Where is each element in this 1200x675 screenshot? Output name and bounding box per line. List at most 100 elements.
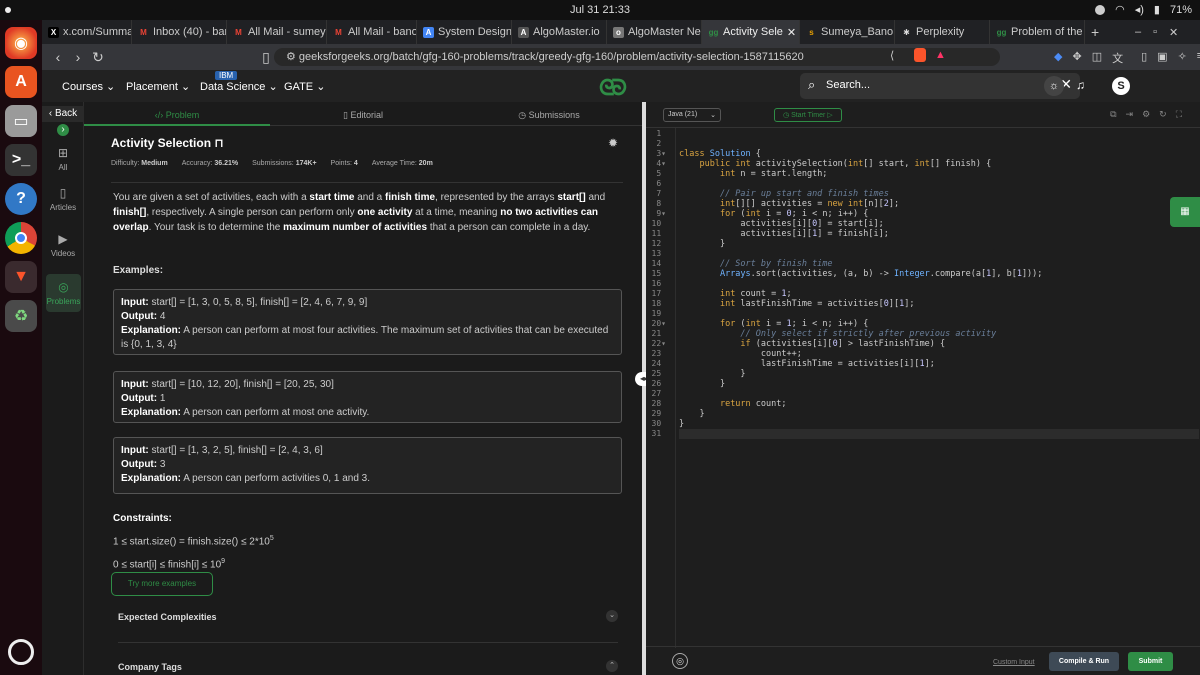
browser-tab[interactable]: gg Problem of the (990, 20, 1085, 44)
new-tab-button[interactable]: + (1085, 20, 1115, 44)
company-tags-accordion[interactable]: Company Tags ⌃ (118, 660, 618, 672)
code-line[interactable]: // Sort by finish time (679, 259, 1199, 269)
firefox-icon[interactable]: ◉ (5, 27, 37, 59)
expected-complexities-accordion[interactable]: Expected Complexities ⌄ (118, 610, 618, 622)
code-line[interactable]: int n = start.length; (679, 169, 1199, 179)
sidebar-item-videos[interactable]: ▶ Videos (42, 232, 84, 258)
search-input[interactable]: ⌕ Search... ✕ (800, 73, 1080, 99)
bookmark-icon[interactable]: ▯ (256, 49, 276, 66)
code-line[interactable] (679, 429, 1199, 439)
files-icon[interactable]: ▭ (5, 105, 37, 137)
theme-toggle-icon[interactable]: ☼ (1044, 76, 1064, 96)
hint-bulb-icon[interactable]: ◎ (672, 653, 688, 669)
share-icon[interactable]: ⟨ (890, 49, 894, 62)
code-line[interactable]: // Pair up start and finish times (679, 189, 1199, 199)
code-line[interactable]: int count = 1; (679, 289, 1199, 299)
expand-sidebar-icon[interactable]: › (57, 124, 69, 136)
code-line[interactable] (679, 389, 1199, 399)
code-line[interactable]: int[][] activities = new int[n][2]; (679, 199, 1199, 209)
code-line[interactable]: } (679, 239, 1199, 249)
volume-icon[interactable]: ◂) (1135, 3, 1144, 16)
chrome-icon[interactable] (5, 222, 37, 254)
report-bug-icon[interactable]: ✹ (608, 136, 618, 150)
translate-icon[interactable]: 文 (1112, 50, 1123, 66)
close-window-icon[interactable]: ✕ (1169, 26, 1178, 39)
browser-tab[interactable]: M All Mail - banos (327, 20, 417, 44)
battery-icon[interactable]: ▮ (1154, 3, 1160, 16)
tab-editorial[interactable]: ▯ Editorial (270, 110, 456, 121)
system-clock[interactable]: Jul 31 21:33 (0, 4, 1200, 16)
brave-rewards-icon[interactable]: ▲ (935, 49, 946, 61)
browser-tab[interactable]: A System Design (417, 20, 512, 44)
wallet-icon[interactable]: ▣ (1157, 50, 1167, 66)
browser-tab[interactable]: Xx.com/SummaS (42, 20, 132, 44)
custom-input-toggle[interactable]: Custom Input (993, 659, 1035, 666)
code-line[interactable]: activities[i][1] = finish[i]; (679, 229, 1199, 239)
code-line[interactable]: Arrays.sort(activities, (a, b) -> Intege… (679, 269, 1199, 279)
code-line[interactable]: } (679, 419, 1199, 429)
code-line[interactable]: for (int i = 1; i < n; i++) { (679, 319, 1199, 329)
browser-tab[interactable]: M Inbox (40) - ban (132, 20, 227, 44)
start-timer-button[interactable]: ◷ Start Timer ▷ (774, 108, 842, 122)
code-line[interactable] (679, 279, 1199, 289)
maximize-icon[interactable]: ▫ (1153, 26, 1157, 38)
brave-shields-icon[interactable] (914, 48, 926, 62)
show-apps-icon[interactable] (8, 639, 34, 665)
chevron-down-icon[interactable]: ⌄ (606, 610, 618, 622)
code-line[interactable] (679, 139, 1199, 149)
chevron-up-icon[interactable]: ⌃ (606, 660, 618, 672)
sidebar-item-all[interactable]: ⊞ All (42, 146, 84, 172)
code-line[interactable] (679, 309, 1199, 319)
extensions-icon[interactable]: ✥ (1072, 50, 1081, 66)
app-center-icon[interactable]: A (5, 66, 37, 98)
gfg-logo[interactable]: ᘓᘐ (599, 75, 627, 101)
sidebar-item-articles[interactable]: ▯ Articles (42, 186, 84, 212)
code-line[interactable]: } (679, 369, 1199, 379)
leo-icon[interactable]: ✧ (1178, 50, 1187, 66)
import-icon[interactable]: ⇥ (1126, 109, 1134, 120)
user-avatar[interactable]: S (1112, 77, 1130, 95)
code-line[interactable]: return count; (679, 399, 1199, 409)
nav-courses[interactable]: Courses ⌄ (62, 80, 115, 93)
try-more-examples-button[interactable]: Try more examples (111, 572, 213, 596)
code-line[interactable]: // Only select if strictly after previou… (679, 329, 1199, 339)
code-line[interactable] (679, 249, 1199, 259)
browser-tab[interactable]: ✱ Perplexity (895, 20, 990, 44)
minimize-icon[interactable]: – (1135, 26, 1141, 38)
code-line[interactable] (679, 179, 1199, 189)
vpn-icon[interactable]: ◆ (1054, 50, 1062, 66)
bookmark-icon[interactable]: ⊓ (214, 136, 224, 150)
sidebar-toggle-icon[interactable]: ▯ (1141, 50, 1147, 66)
forward-arrow-icon[interactable]: › (68, 49, 88, 65)
code-line[interactable]: for (int i = 0; i < n; i++) { (679, 209, 1199, 219)
wifi-icon[interactable]: ◠ (1115, 3, 1125, 16)
browser-tab[interactable]: A AlgoMaster.io (512, 20, 607, 44)
copy-icon[interactable]: ⧉ (1110, 109, 1116, 120)
browser-tab[interactable]: M All Mail - sumey (227, 20, 327, 44)
help-icon[interactable]: ? (5, 183, 37, 215)
browser-tab-active[interactable]: gg Activity Sele ✕ (702, 20, 800, 44)
back-button[interactable]: ‹ Back › (42, 106, 84, 136)
back-arrow-icon[interactable]: ‹ (48, 49, 68, 65)
code-line[interactable]: int lastFinishTime = activities[0][1]; (679, 299, 1199, 309)
browser-tab[interactable]: o AlgoMaster Ne (607, 20, 702, 44)
brave-icon[interactable]: ▼ (5, 261, 37, 293)
close-tab-icon[interactable]: ✕ (787, 26, 796, 39)
nav-data-science[interactable]: Data Science ⌄ (200, 80, 278, 93)
settings-icon[interactable]: ⚙ (1142, 109, 1150, 120)
code-line[interactable]: lastFinishTime = activities[i][1]; (679, 359, 1199, 369)
code-line[interactable]: activities[i][0] = start[i]; (679, 219, 1199, 229)
trash-icon[interactable]: ♻ (5, 300, 37, 332)
compile-run-button[interactable]: Compile & Run (1049, 652, 1119, 671)
code-line[interactable] (679, 129, 1199, 139)
reset-icon[interactable]: ↻ (1159, 109, 1167, 120)
code-line[interactable]: public int activitySelection(int[] start… (679, 159, 1199, 169)
terminal-icon[interactable]: >_ (5, 144, 37, 176)
tab-submissions[interactable]: ◷ Submissions (456, 110, 642, 121)
tab-problem[interactable]: ‹/› Problem (84, 110, 270, 126)
nav-gate[interactable]: GATE ⌄ (284, 80, 325, 93)
chrome-tray-icon[interactable] (1095, 4, 1106, 15)
browser-tab[interactable]: s Sumeya_Bano (800, 20, 895, 44)
code-line[interactable]: if (activities[i][0] > lastFinishTime) { (679, 339, 1199, 349)
submit-button[interactable]: Submit (1128, 652, 1173, 671)
